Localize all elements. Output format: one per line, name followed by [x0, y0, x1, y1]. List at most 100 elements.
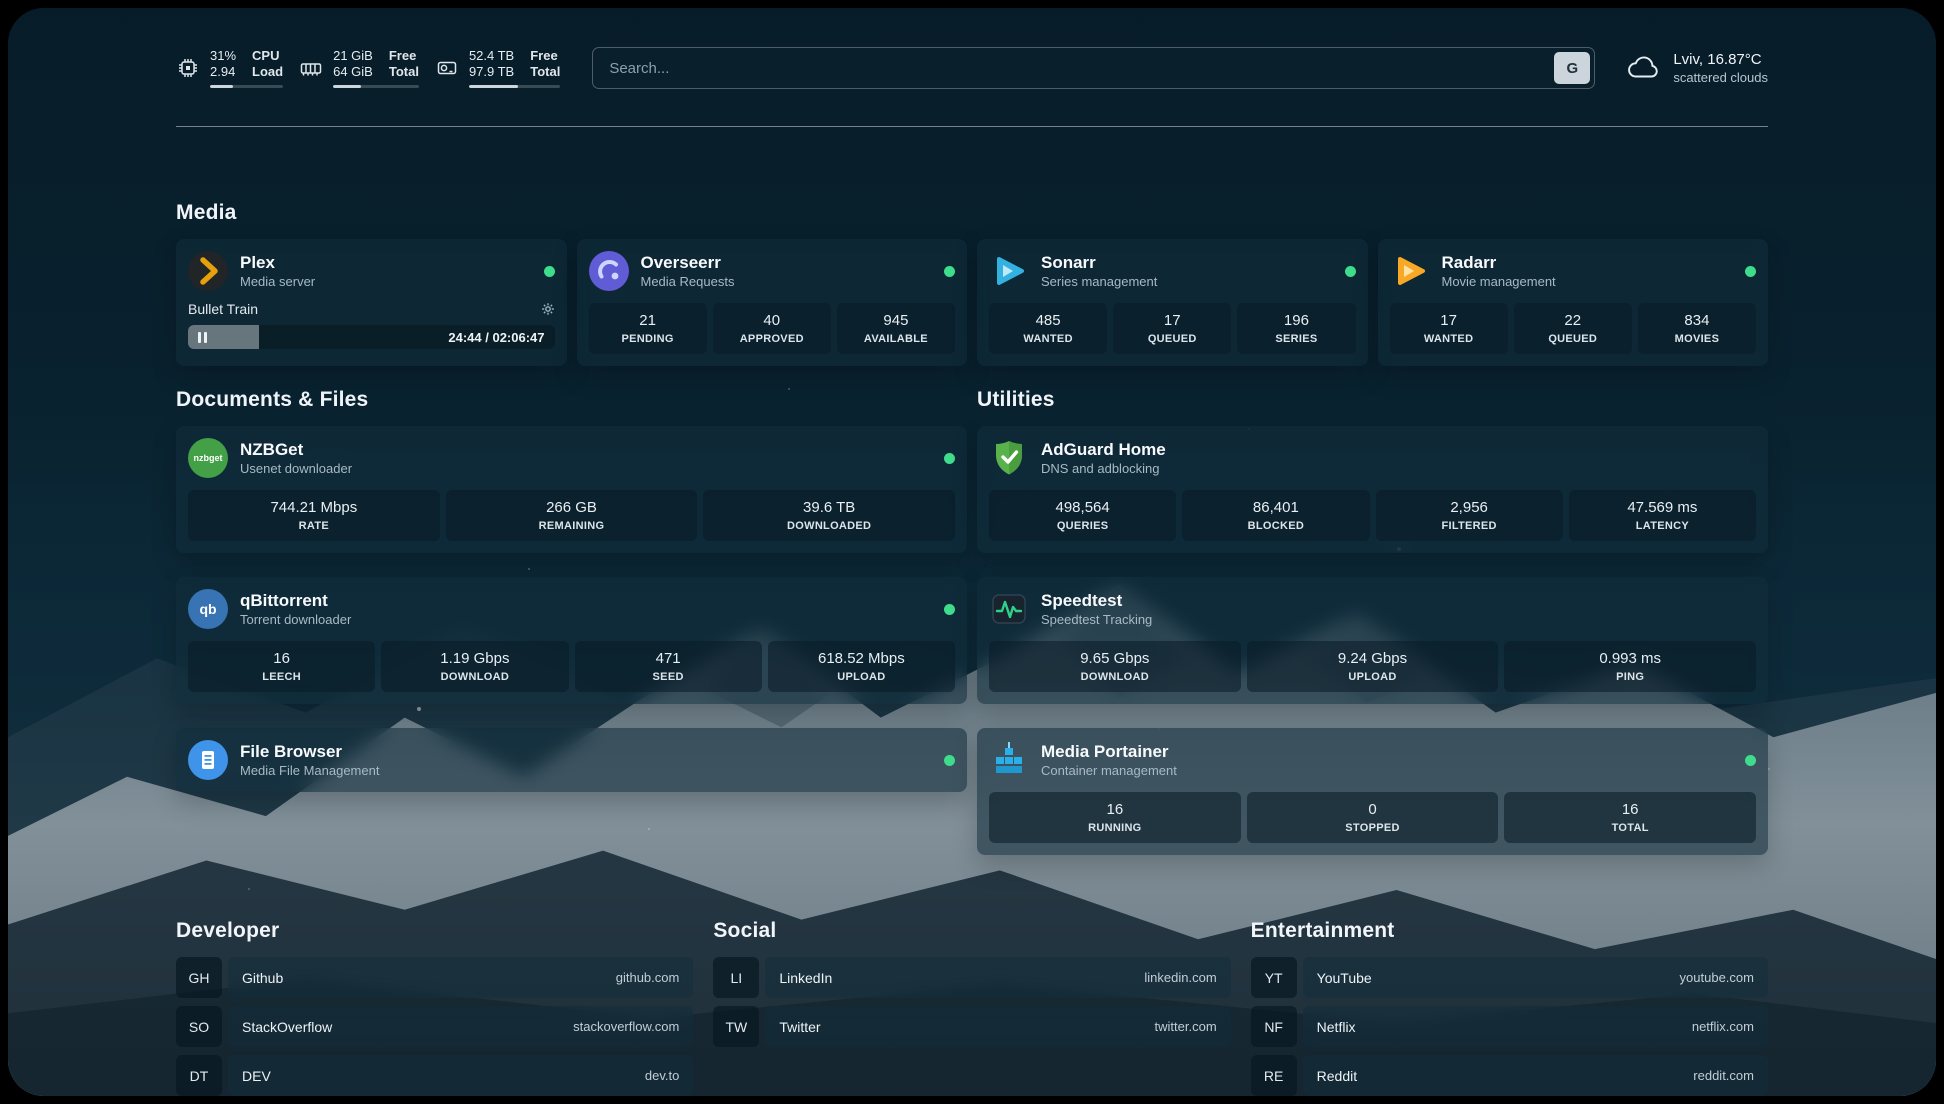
bookmark-abbr: YT — [1251, 957, 1297, 998]
bookmark-name: LinkedIn — [779, 970, 832, 986]
cpu-percent: 31% — [210, 48, 236, 63]
bookmark-name: StackOverflow — [242, 1019, 332, 1035]
search-input[interactable] — [592, 47, 1595, 89]
ram-total-label: Total — [389, 64, 419, 79]
now-playing-title: Bullet Train — [188, 301, 258, 317]
bookmark-stackoverflow[interactable]: SO StackOverflow stackoverflow.com — [176, 1006, 693, 1047]
bookmark-group-developer: Developer GH Github github.com SO StackO… — [176, 919, 693, 1096]
stat: 498,564QUERIES — [989, 490, 1176, 541]
card-portainer[interactable]: Media Portainer Container management 16R… — [977, 728, 1768, 855]
bookmark-name: Reddit — [1317, 1068, 1357, 1084]
search-provider-badge[interactable]: G — [1554, 52, 1590, 84]
card-nzbget[interactable]: nzbget NZBGet Usenet downloader 744.21 M… — [176, 426, 967, 553]
stat: 834MOVIES — [1638, 303, 1756, 354]
status-dot — [944, 755, 955, 766]
cpu-widget: 31% CPU 2.94 Load — [176, 48, 283, 88]
pause-icon[interactable] — [198, 332, 207, 343]
app-name: qBittorrent — [240, 591, 351, 611]
app-name: Plex — [240, 253, 315, 273]
bookmark-name: DEV — [242, 1068, 271, 1084]
developer-group-title: Developer — [176, 919, 693, 943]
section-documents: Documents & Files nzbget NZBGet Usenet d… — [176, 388, 967, 855]
memory-icon — [299, 56, 323, 80]
speedtest-icon — [989, 589, 1029, 629]
stat: 2,956FILTERED — [1376, 490, 1563, 541]
app-desc: Container management — [1041, 763, 1177, 778]
bookmark-group-entertainment: Entertainment YT YouTube youtube.com NF … — [1251, 919, 1768, 1096]
bookmark-name: YouTube — [1317, 970, 1372, 986]
cpu-label: CPU — [252, 48, 283, 63]
bookmark-linkedin[interactable]: LI LinkedIn linkedin.com — [713, 957, 1230, 998]
disk-free-label: Free — [530, 48, 560, 63]
plex-progress-bar[interactable]: 24:44 / 02:06:47 — [188, 325, 555, 349]
app-name: Sonarr — [1041, 253, 1157, 273]
card-overseerr[interactable]: Overseerr Media Requests 21PENDING 40APP… — [577, 239, 968, 366]
cpu-usage-bar — [210, 85, 283, 88]
disk-free: 52.4 TB — [469, 48, 514, 63]
card-filebrowser[interactable]: File Browser Media File Management — [176, 728, 967, 792]
svg-text:nzbget: nzbget — [194, 453, 223, 463]
bookmark-reddit[interactable]: RE Reddit reddit.com — [1251, 1055, 1768, 1096]
app-desc: Movie management — [1442, 274, 1556, 289]
bookmark-netflix[interactable]: NF Netflix netflix.com — [1251, 1006, 1768, 1047]
app-name: File Browser — [240, 742, 379, 762]
card-sonarr[interactable]: Sonarr Series management 485WANTED 17QUE… — [977, 239, 1368, 366]
nzbget-icon: nzbget — [188, 438, 228, 478]
stat: 618.52 MbpsUPLOAD — [768, 641, 955, 692]
stat: 16RUNNING — [989, 792, 1241, 843]
app-desc: Torrent downloader — [240, 612, 351, 627]
cloud-icon — [1627, 54, 1661, 82]
qbittorrent-icon: qb — [188, 589, 228, 629]
status-dot — [1745, 266, 1756, 277]
bookmark-twitter[interactable]: TW Twitter twitter.com — [713, 1006, 1230, 1047]
stat: 266 GBREMAINING — [446, 490, 698, 541]
bookmark-github[interactable]: GH Github github.com — [176, 957, 693, 998]
bookmark-dev[interactable]: DT DEV dev.to — [176, 1055, 693, 1096]
system-stats: 31% CPU 2.94 Load 21 — [176, 48, 560, 88]
bookmark-name: Twitter — [779, 1019, 820, 1035]
app-desc: Media server — [240, 274, 315, 289]
stat: 9.24 GbpsUPLOAD — [1247, 641, 1499, 692]
section-media: Media Plex Media server — [176, 201, 1768, 366]
card-qbittorrent[interactable]: qb qBittorrent Torrent downloader 16LEEC… — [176, 577, 967, 704]
weather-widget: Lviv, 16.87°C scattered clouds — [1627, 51, 1768, 85]
weather-condition: scattered clouds — [1673, 70, 1768, 85]
stat: 1.19 GbpsDOWNLOAD — [381, 641, 568, 692]
bookmark-abbr: TW — [713, 1006, 759, 1047]
bookmark-group-social: Social LI LinkedIn linkedin.com TW Twitt… — [713, 919, 1230, 1096]
memory-widget: 21 GiB Free 64 GiB Total — [299, 48, 419, 88]
ram-total: 64 GiB — [333, 64, 373, 79]
disk-total-label: Total — [530, 64, 560, 79]
playback-time: 24:44 / 02:06:47 — [448, 330, 544, 345]
stat: 9.65 GbpsDOWNLOAD — [989, 641, 1241, 692]
ram-usage-bar — [333, 85, 419, 88]
overseerr-icon — [589, 251, 629, 291]
card-plex[interactable]: Plex Media server Bullet Train — [176, 239, 567, 366]
ram-free: 21 GiB — [333, 48, 373, 63]
card-speedtest[interactable]: Speedtest Speedtest Tracking 9.65 GbpsDO… — [977, 577, 1768, 704]
ram-free-label: Free — [389, 48, 419, 63]
disk-icon — [435, 56, 459, 80]
plex-icon — [188, 251, 228, 291]
documents-section-title: Documents & Files — [176, 388, 967, 412]
bookmarks-section: Developer GH Github github.com SO StackO… — [176, 919, 1768, 1096]
stat: 16TOTAL — [1504, 792, 1756, 843]
stat: 17QUEUED — [1113, 303, 1231, 354]
app-name: Overseerr — [641, 253, 735, 273]
bookmark-url: dev.to — [645, 1068, 679, 1083]
stat: 40APPROVED — [713, 303, 831, 354]
stat: 21PENDING — [589, 303, 707, 354]
stat: 0STOPPED — [1247, 792, 1499, 843]
stat: 0.993 msPING — [1504, 641, 1756, 692]
app-desc: Media Requests — [641, 274, 735, 289]
card-adguard[interactable]: AdGuard Home DNS and adblocking 498,564Q… — [977, 426, 1768, 553]
app-desc: DNS and adblocking — [1041, 461, 1166, 476]
session-settings-icon[interactable] — [541, 302, 555, 316]
adguard-icon — [989, 438, 1029, 478]
disk-total: 97.9 TB — [469, 64, 514, 79]
bookmark-url: youtube.com — [1680, 970, 1754, 985]
status-dot — [944, 266, 955, 277]
bookmark-youtube[interactable]: YT YouTube youtube.com — [1251, 957, 1768, 998]
status-dot — [1745, 755, 1756, 766]
card-radarr[interactable]: Radarr Movie management 17WANTED 22QUEUE… — [1378, 239, 1769, 366]
